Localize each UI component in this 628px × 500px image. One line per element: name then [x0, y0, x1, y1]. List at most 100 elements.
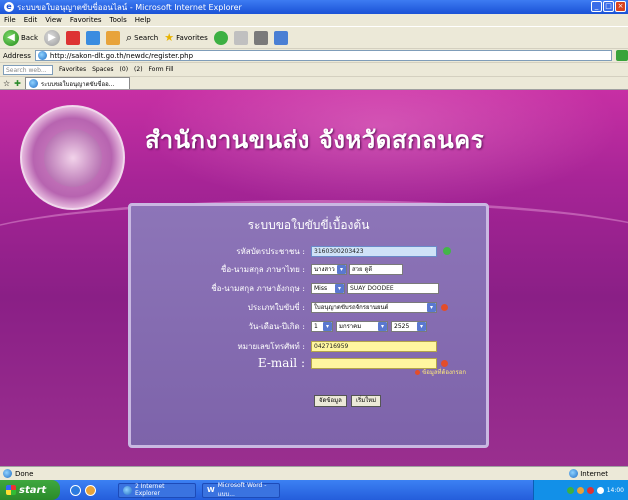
- submit-button[interactable]: จัดข้อมูล: [314, 395, 347, 407]
- tray-antivirus-icon[interactable]: [586, 486, 594, 494]
- seal-emblem: [44, 129, 102, 187]
- task-ie-icon: [123, 485, 132, 495]
- status-bar: Done Internet: [0, 466, 628, 480]
- quicklaunch-ie-icon[interactable]: [70, 484, 81, 496]
- required-note-text: ข้อมูลที่ต้องกรอก: [422, 369, 466, 376]
- links-form-fill[interactable]: Form Fill: [149, 66, 174, 73]
- web-search-input[interactable]: Search web...: [3, 64, 53, 75]
- favorites-button[interactable]: ★ Favorites: [164, 31, 208, 44]
- menu-view[interactable]: View: [45, 16, 62, 24]
- reset-button[interactable]: เริ่มใหม่: [351, 395, 382, 407]
- tray-volume-icon[interactable]: [596, 486, 604, 494]
- eng-name-label: ชื่อ-นามสกุล ภาษาอังกฤษ :: [211, 283, 305, 293]
- search-label: Search: [134, 33, 159, 42]
- menu-help[interactable]: Help: [135, 16, 151, 24]
- links-bar: Search web... Favorites Spaces (0) (2) F…: [0, 62, 628, 76]
- chevron-down-icon: ▾: [335, 283, 344, 293]
- menu-edit[interactable]: Edit: [24, 16, 38, 24]
- page-content: สำนักงานขนส่ง จังหวัดสกลนคร ระบบขอใบขับข…: [0, 90, 628, 466]
- tab-current[interactable]: ระบบขอใบอนุญาตขับขี่ออ...: [24, 77, 130, 89]
- quicklaunch-media-icon[interactable]: [85, 484, 96, 496]
- stop-icon[interactable]: [66, 30, 80, 45]
- internet-globe-icon: [569, 469, 579, 478]
- citizen-id-input[interactable]: 3160300203423: [311, 245, 437, 257]
- address-label: Address: [3, 51, 31, 60]
- search-button[interactable]: ⌕ Search: [126, 31, 158, 45]
- valid-check-icon: [443, 247, 451, 255]
- windows-logo-icon: [6, 485, 16, 495]
- menu-bar: File Edit View Favorites Tools Help: [0, 14, 628, 26]
- tab-bar: ☆ ✚ ระบบขอใบอนุญาตขับขี่ออ...: [0, 76, 628, 90]
- edit-icon[interactable]: [273, 30, 288, 45]
- thai-name-label: ชื่อ-นามสกุล ภาษาไทย :: [220, 264, 305, 274]
- back-button[interactable]: ◀ Back: [3, 29, 38, 46]
- page-icon: [37, 51, 47, 60]
- tray-network-icon[interactable]: [566, 486, 574, 494]
- eng-prefix-value: Miss: [314, 284, 328, 292]
- license-type-value: ใบอนุญาตขับรถจักรยานยนต์: [314, 303, 389, 311]
- links-spaces[interactable]: Spaces: [92, 66, 113, 73]
- print-icon[interactable]: [253, 30, 268, 45]
- zone-label: Internet: [580, 469, 608, 478]
- refresh-icon[interactable]: [86, 30, 100, 45]
- chevron-down-icon: ▾: [323, 321, 332, 331]
- menu-favorites[interactable]: Favorites: [70, 16, 102, 24]
- id-row: รหัสบัตรประชาชน : 3160300203423: [131, 244, 486, 258]
- done-icon: [3, 469, 12, 478]
- minimize-button[interactable]: _: [591, 1, 602, 12]
- eng-prefix-select[interactable]: Miss ▾: [311, 282, 345, 294]
- birth-month-value: มกราคม: [339, 322, 362, 330]
- clock[interactable]: 14:00: [607, 487, 624, 494]
- birth-row: วัน-เดือน-ปีเกิด : 1 ▾ มกราคม ▾ 2525 ▾: [131, 319, 486, 333]
- task-word[interactable]: W Microsoft Word - แบบ...: [202, 481, 280, 498]
- add-favorite-icon[interactable]: ✚: [14, 79, 21, 88]
- page-title: สำนักงานขนส่ง จังหวัดสกลนคร: [145, 126, 485, 154]
- birth-label: วัน-เดือน-ปีเกิด :: [248, 321, 305, 331]
- phone-label: หมายเลขโทรศัพท์ :: [237, 341, 305, 351]
- home-icon[interactable]: [106, 30, 120, 45]
- tab-label: ระบบขอใบอนุญาตขับขี่ออ...: [40, 80, 115, 88]
- id-label: รหัสบัตรประชาชน :: [236, 246, 305, 256]
- tray-security-icon[interactable]: [576, 486, 584, 494]
- menu-file[interactable]: File: [4, 16, 16, 24]
- license-type-label: ประเภทใบขับขี่ :: [247, 302, 305, 312]
- required-dot-icon: [441, 303, 448, 311]
- title-bar: e ระบบขอใบอนุญาตขับขี่ออนไลน์ - Microsof…: [0, 0, 628, 14]
- start-button[interactable]: start: [0, 480, 60, 500]
- birth-year-select[interactable]: 2525 ▾: [391, 320, 427, 332]
- birth-day-select[interactable]: 1 ▾: [311, 320, 333, 332]
- address-bar: Address http://sakon-dlt.go.th/newdc/reg…: [0, 48, 628, 62]
- menu-tools[interactable]: Tools: [110, 16, 127, 24]
- birth-day-value: 1: [314, 322, 318, 330]
- eng-name-input[interactable]: SUAY DOODEE: [347, 282, 439, 294]
- address-input[interactable]: http://sakon-dlt.go.th/newdc/register.ph…: [34, 50, 613, 61]
- thai-prefix-select[interactable]: นางสาว ▾: [311, 263, 347, 275]
- task-internet-explorer[interactable]: 2 Internet Explorer: [118, 482, 196, 498]
- thai-name-row: ชื่อ-นามสกุล ภาษาไทย : นางสาว ▾ สวย ดูดี: [131, 262, 486, 276]
- forward-button[interactable]: ▶: [44, 29, 60, 46]
- search-icon: ⌕: [126, 30, 133, 44]
- task-ie-label: 2 Internet Explorer: [134, 483, 165, 497]
- back-arrow-icon: ◀: [3, 29, 19, 46]
- license-type-row: ประเภทใบขับขี่ : ใบอนุญาตขับรถจักรยานยนต…: [131, 300, 486, 314]
- security-zone: Internet: [569, 469, 608, 478]
- birth-month-select[interactable]: มกราคม ▾: [336, 320, 388, 332]
- maximize-button[interactable]: □: [603, 1, 614, 12]
- links-messenger-count[interactable]: (2): [134, 66, 143, 73]
- mail-icon[interactable]: [233, 30, 248, 45]
- links-favorites[interactable]: Favorites: [59, 66, 86, 73]
- favorites-center-icon[interactable]: ☆: [3, 79, 10, 88]
- phone-input[interactable]: 042716959: [311, 340, 437, 352]
- back-label: Back: [21, 33, 38, 42]
- media-icon[interactable]: [213, 30, 228, 45]
- go-button[interactable]: [616, 50, 628, 61]
- thai-name-input[interactable]: สวย ดูดี: [349, 263, 403, 275]
- form-title: ระบบขอใบขับขี่เบื้องต้น: [247, 218, 370, 232]
- close-button[interactable]: ×: [615, 1, 626, 12]
- favorites-label: Favorites: [176, 33, 208, 42]
- chevron-down-icon: ▾: [378, 321, 387, 331]
- task-word-label: Microsoft Word - แบบ...: [217, 481, 267, 498]
- chevron-down-icon: ▾: [427, 302, 436, 312]
- links-mail-count[interactable]: (0): [120, 66, 129, 73]
- license-type-select[interactable]: ใบอนุญาตขับรถจักรยานยนต์ ▾: [311, 301, 437, 313]
